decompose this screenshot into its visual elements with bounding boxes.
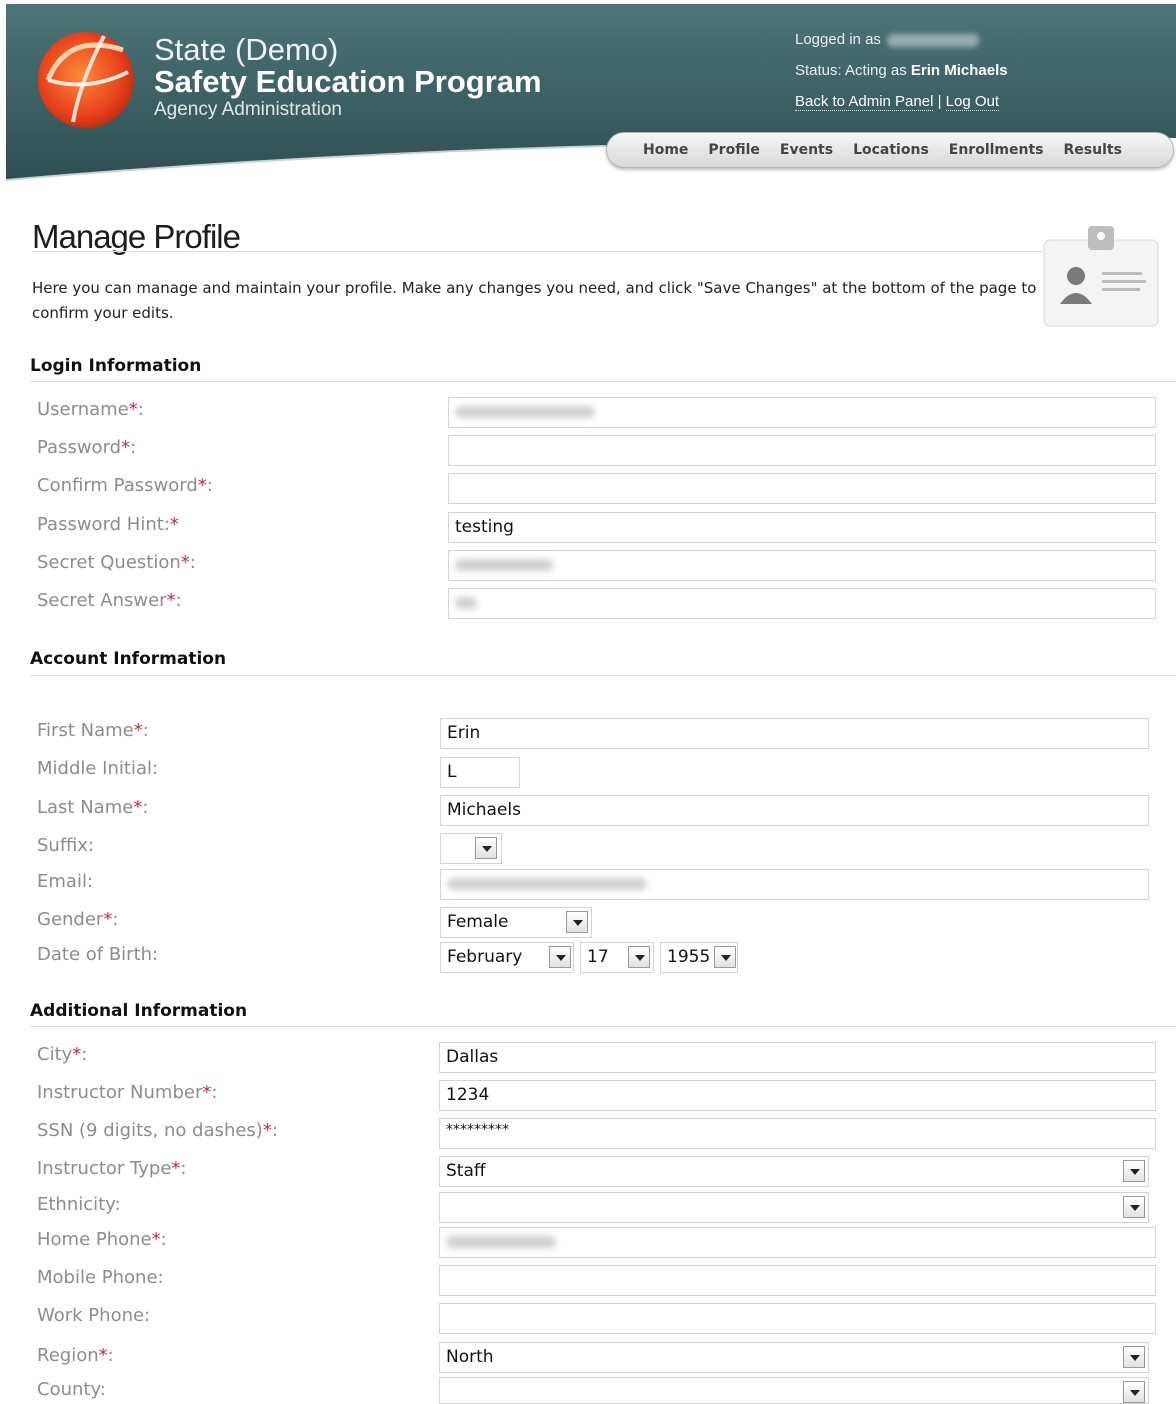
dob-month-select[interactable]: February [440, 942, 574, 973]
main-nav: Home Profile Events Locations Enrollment… [606, 132, 1174, 168]
first-name-label: First Name*: [37, 720, 149, 741]
section-login-heading: Login Information [30, 356, 202, 376]
dob-year-select[interactable]: 1955 [660, 942, 738, 973]
email-label: Email: [37, 871, 94, 892]
page-intro: Here you can manage and maintain your pr… [32, 279, 1037, 322]
secret-question-field[interactable] [448, 550, 1156, 581]
county-label: County: [37, 1379, 106, 1400]
redacted-value [455, 559, 553, 571]
region-value: North [446, 1347, 494, 1367]
home-phone-label: Home Phone*: [37, 1229, 167, 1250]
brand-text: State (Demo) Safety Education Program Ag… [154, 34, 542, 122]
home-phone-field[interactable] [439, 1227, 1156, 1258]
username-field[interactable] [448, 397, 1156, 428]
dob-day-value: 17 [587, 947, 609, 967]
gender-select[interactable]: Female [440, 907, 592, 938]
section-account-divider [30, 675, 1176, 676]
secret-answer-label: Secret Answer*: [37, 590, 182, 611]
nav-locations[interactable]: Locations [853, 142, 929, 158]
ssn-field[interactable]: ********* [439, 1118, 1156, 1149]
chevron-down-icon[interactable] [1123, 1346, 1145, 1368]
section-additional-heading: Additional Information [30, 1001, 248, 1021]
nav-results[interactable]: Results [1064, 142, 1122, 158]
username-label: Username*: [37, 399, 144, 420]
dob-year-value: 1955 [667, 947, 711, 967]
region-label: Region*: [37, 1345, 114, 1366]
site-header: State (Demo) Safety Education Program Ag… [6, 4, 1176, 182]
back-to-admin-link[interactable]: Back to Admin Panel [795, 93, 934, 111]
county-select[interactable] [439, 1377, 1149, 1404]
brand-subtitle: Agency Administration [154, 99, 342, 120]
suffix-label: Suffix: [37, 835, 94, 856]
chevron-down-icon[interactable] [475, 837, 497, 859]
section-login-divider [30, 381, 1176, 382]
work-phone-label: Work Phone: [37, 1305, 151, 1326]
link-separator: | [937, 93, 942, 110]
redacted-value [455, 597, 477, 609]
user-status: Logged in as Status: Acting as Erin Mich… [795, 30, 1008, 123]
ethnicity-label: Ethnicity: [37, 1194, 121, 1215]
password-label: Password*: [37, 437, 137, 458]
ssn-label: SSN (9 digits, no dashes)*: [37, 1120, 278, 1141]
password-field[interactable] [448, 435, 1156, 466]
instructor-number-field[interactable]: 1234 [439, 1080, 1156, 1111]
title-divider [32, 251, 1042, 252]
region-select[interactable]: North [439, 1342, 1149, 1373]
section-additional-divider [30, 1026, 1176, 1027]
nav-enrollments[interactable]: Enrollments [949, 142, 1044, 158]
dob-label: Date of Birth: [37, 944, 159, 965]
mobile-phone-label: Mobile Phone: [37, 1267, 164, 1288]
last-name-label: Last Name*: [37, 797, 149, 818]
section-account-heading: Account Information [30, 649, 227, 669]
chevron-down-icon[interactable] [549, 946, 571, 968]
middle-initial-field[interactable]: L [440, 757, 520, 788]
dob-month-value: February [447, 947, 523, 967]
logged-in-label: Logged in as [795, 31, 881, 48]
redacted-value [447, 878, 647, 890]
nav-home[interactable]: Home [643, 142, 688, 158]
instructor-type-value: Staff [446, 1161, 486, 1181]
nav-events[interactable]: Events [780, 142, 833, 158]
city-field[interactable]: Dallas [439, 1042, 1156, 1073]
chevron-down-icon[interactable] [1123, 1381, 1145, 1403]
chevron-down-icon[interactable] [628, 946, 650, 968]
redacted-value [446, 1236, 556, 1248]
instructor-type-select[interactable]: Staff [439, 1156, 1149, 1187]
logout-link[interactable]: Log Out [945, 93, 1000, 111]
password-hint-label: Password Hint:* [37, 514, 179, 535]
first-name-field[interactable]: Erin [440, 718, 1149, 749]
secret-answer-field[interactable] [448, 588, 1156, 619]
last-name-field[interactable]: Michaels [440, 795, 1149, 826]
ethnicity-select[interactable] [439, 1192, 1149, 1223]
brand-program: Safety Education Program [154, 64, 542, 99]
secret-question-label: Secret Question*: [37, 552, 196, 573]
city-label: City*: [37, 1044, 88, 1065]
password-hint-field[interactable]: testing [448, 512, 1156, 543]
chevron-down-icon[interactable] [1123, 1196, 1145, 1218]
middle-initial-label: Middle Initial: [37, 758, 159, 779]
email-field[interactable] [440, 869, 1149, 900]
mobile-phone-field[interactable] [439, 1265, 1156, 1296]
chevron-down-icon[interactable] [1123, 1160, 1145, 1182]
chevron-down-icon[interactable] [566, 911, 588, 933]
redacted-username [886, 33, 979, 47]
dob-day-select[interactable]: 17 [580, 942, 654, 973]
acting-user-name: Erin Michaels [910, 62, 1008, 79]
status-prefix: Status: Acting as [795, 62, 907, 79]
gender-value: Female [447, 912, 509, 932]
profile-card-icon [1043, 226, 1159, 327]
nav-profile[interactable]: Profile [708, 142, 759, 158]
chevron-down-icon[interactable] [714, 946, 736, 968]
work-phone-field[interactable] [439, 1303, 1156, 1334]
confirm-password-label: Confirm Password*: [37, 475, 213, 496]
gender-label: Gender*: [37, 909, 119, 930]
instructor-type-label: Instructor Type*: [37, 1158, 187, 1179]
brand-state: State (Demo) [154, 32, 339, 67]
program-logo-icon [38, 32, 134, 128]
instructor-number-label: Instructor Number*: [37, 1082, 218, 1103]
confirm-password-field[interactable] [448, 473, 1156, 504]
suffix-select[interactable] [440, 833, 502, 864]
redacted-value [455, 406, 595, 418]
